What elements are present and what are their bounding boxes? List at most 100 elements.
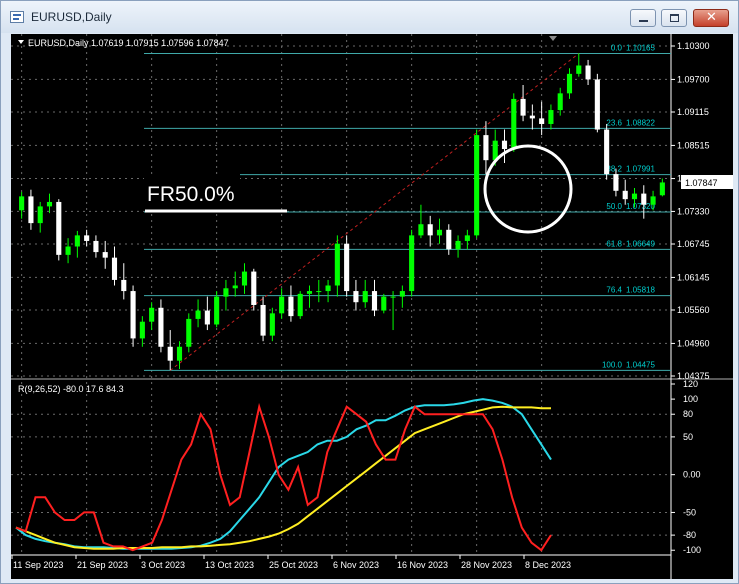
- candle-body: [260, 304, 266, 336]
- candle: [19, 191, 25, 219]
- fib-ratio-label: 61.8: [606, 239, 622, 248]
- candle: [557, 87, 563, 116]
- candle-body: [306, 291, 313, 294]
- candle: [622, 179, 628, 205]
- candle-body: [316, 291, 322, 293]
- candle-body: [158, 307, 164, 347]
- candle: [501, 129, 508, 163]
- candle-body: [269, 313, 275, 336]
- price-tick-label: 1.09700: [677, 74, 710, 84]
- candle: [251, 268, 257, 311]
- candle: [279, 288, 285, 319]
- candle-body: [511, 98, 517, 150]
- fib-price-label: 1.05818: [626, 286, 655, 295]
- candle-body: [409, 235, 415, 292]
- maximize-button[interactable]: [661, 9, 687, 27]
- current-price-label: 1.07847: [685, 178, 718, 188]
- candle: [520, 84, 526, 122]
- candle-body: [483, 135, 489, 161]
- candle: [594, 73, 600, 133]
- candle: [409, 229, 415, 297]
- candle-body: [539, 118, 545, 124]
- price-tick-label: 1.05560: [677, 305, 710, 315]
- time-tick-label: 8 Dec 2023: [525, 560, 571, 570]
- candle-body: [204, 310, 210, 325]
- candle: [176, 341, 183, 370]
- candle-body: [529, 115, 535, 119]
- candle-body: [474, 135, 480, 236]
- candle-body: [167, 346, 173, 361]
- candle-body: [641, 193, 647, 205]
- candle: [344, 235, 350, 297]
- candle-body: [28, 196, 34, 224]
- candle-body: [251, 271, 257, 305]
- candle-body: [464, 235, 470, 241]
- candle: [362, 279, 368, 308]
- candle-body: [232, 285, 238, 289]
- candle: [483, 121, 489, 175]
- annotation-label: FR50.0%: [147, 183, 235, 206]
- indicator-tick-label: 50: [683, 432, 693, 442]
- candle: [204, 296, 210, 331]
- candle: [390, 291, 396, 331]
- candle-body: [566, 73, 573, 94]
- minimize-button[interactable]: [630, 9, 656, 27]
- candle-body: [659, 182, 665, 196]
- indicator-label: R(9,26,52) -80.0 17.6 84.3: [18, 384, 124, 394]
- shift-marker-icon[interactable]: [549, 36, 557, 41]
- grid: [11, 34, 672, 579]
- collapse-triangle-icon[interactable]: [18, 40, 24, 44]
- chart-area[interactable]: 0.0 1.10165 23.6 1.08822 38.2 1.07991 50.0 1.07…: [11, 34, 733, 579]
- maximize-icon: [670, 14, 679, 22]
- candle: [381, 293, 387, 314]
- indicator-tick-label: -50: [683, 507, 696, 517]
- candle: [371, 279, 378, 317]
- time-tick-label: 28 Nov 2023: [461, 560, 512, 570]
- candle: [28, 189, 34, 230]
- symbol-info: EURUSD,Daily 1.07619 1.07915 1.07596 1.0…: [28, 38, 229, 48]
- candle-body: [436, 229, 443, 236]
- indicator-tick-label: -100: [683, 545, 701, 555]
- candle: [149, 302, 155, 331]
- candle-body: [74, 235, 80, 247]
- fib-ratio-label: 76.4: [606, 286, 622, 295]
- candle: [474, 129, 480, 239]
- chart-svg[interactable]: 0.0 1.1016523.6 1.0882238.2 1.0799150.0 1.07…: [11, 34, 733, 579]
- candle-body: [176, 346, 183, 361]
- fib-price-label: 1.08822: [626, 118, 655, 127]
- candle: [102, 240, 108, 269]
- candle-body: [84, 235, 90, 241]
- candle: [269, 307, 275, 342]
- indicator-tick-label: 80: [683, 409, 693, 419]
- candle-body: [390, 296, 396, 298]
- candle-body: [622, 190, 628, 200]
- candle-body: [241, 271, 248, 286]
- indicator-tick-label: 0.00: [683, 470, 701, 480]
- candle-body: [279, 296, 285, 314]
- candle: [306, 285, 313, 308]
- title-bar[interactable]: EURUSD,Daily ✕: [1, 1, 738, 33]
- candle-body: [557, 93, 563, 111]
- candle-body: [427, 224, 433, 236]
- candle: [529, 104, 535, 130]
- candle-body: [56, 201, 62, 255]
- candle-body: [362, 291, 368, 303]
- candle-body: [399, 291, 405, 297]
- candle: [139, 316, 145, 347]
- candle: [659, 178, 665, 197]
- candle: [158, 299, 164, 353]
- chart-window: EURUSD,Daily ✕ 0.0 1.10165 23.6 1.08822 38.2…: [0, 0, 739, 584]
- candle-body: [381, 296, 387, 311]
- candle: [325, 279, 331, 303]
- fib-price-label: 1.10165: [626, 44, 655, 53]
- candle: [353, 279, 359, 311]
- candle: [427, 215, 433, 247]
- window-title: EURUSD,Daily: [31, 10, 112, 24]
- fib-price-label: 1.07991: [626, 165, 655, 174]
- candle-body: [37, 206, 43, 224]
- close-button[interactable]: ✕: [693, 9, 729, 27]
- price-tick-label: 1.09115: [677, 107, 709, 117]
- candle-body: [594, 79, 600, 130]
- candle: [56, 199, 62, 261]
- price-axis: 1.103001.097001.091151.085151.079201.073…: [671, 41, 710, 381]
